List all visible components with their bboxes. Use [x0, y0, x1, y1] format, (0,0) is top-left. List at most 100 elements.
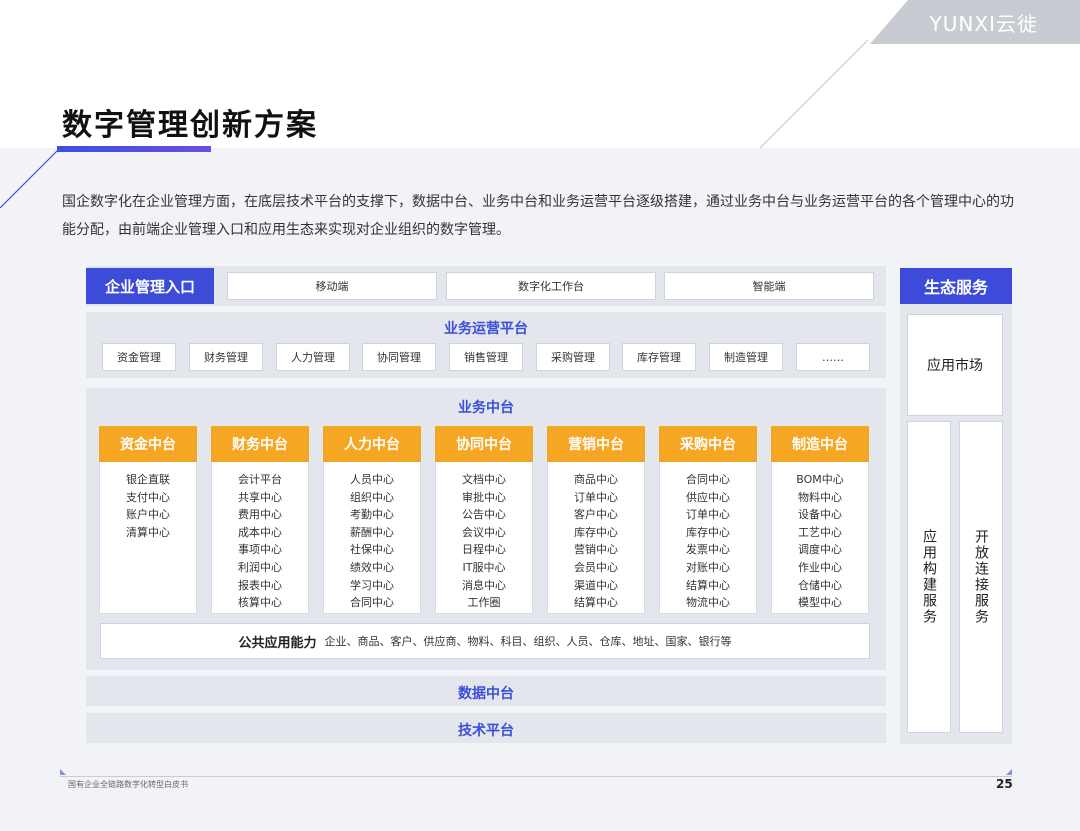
center-item: BOM中心 [796, 473, 844, 486]
center-item: 营销中心 [574, 543, 618, 557]
center-item: 客户中心 [574, 508, 618, 522]
center-item: 发票中心 [686, 543, 730, 557]
ops-item: 库存管理 [622, 343, 696, 371]
center-column: 制造中台 BOM中心 物料中心 设备中心 工艺中心 调度中心 作业中心 仓储中心… [771, 426, 869, 614]
entry-label: 企业管理入口 [86, 268, 214, 304]
center-item: 合同中心 [350, 596, 394, 610]
center-items: BOM中心 物料中心 设备中心 工艺中心 调度中心 作业中心 仓储中心 模型中心 [771, 462, 869, 614]
eco-app-build: 应用构建服务 [907, 421, 951, 733]
ops-item: 制造管理 [709, 343, 783, 371]
center-item: 工作圈 [467, 596, 501, 610]
center-item: 合同中心 [686, 473, 730, 486]
center-header: 制造中台 [771, 426, 869, 462]
center-item: 仓储中心 [798, 578, 842, 592]
eco-app-market: 应用市场 [907, 314, 1003, 416]
ops-item: 采购管理 [536, 343, 610, 371]
public-capability-title: 公共应用能力 [238, 635, 317, 651]
public-capability-row: 公共应用能力 企业、商品、客户、供应商、物料、科目、组织、人员、仓库、地址、国家… [100, 623, 870, 659]
center-item: 模型中心 [798, 596, 842, 610]
center-column: 资金中台 银企直联 支付中心 账户中心 清算中心 [99, 426, 197, 614]
eco-open-connect: 开放连接服务 [959, 421, 1003, 733]
center-item: 共享中心 [238, 490, 282, 504]
center-item: 结算中心 [686, 578, 730, 592]
center-item: 会员中心 [574, 560, 618, 574]
center-item: 清算中心 [126, 525, 170, 539]
center-item: 成本中心 [238, 525, 282, 539]
center-item: 调度中心 [798, 543, 842, 557]
center-item: 物料中心 [798, 490, 842, 504]
center-item: 库存中心 [574, 525, 618, 539]
center-item: 费用中心 [238, 508, 282, 522]
entry-item-smart: 智能端 [664, 272, 874, 300]
center-column: 财务中台 会计平台 共享中心 费用中心 成本中心 事项中心 利润中心 报表中心 … [211, 426, 309, 614]
center-items: 会计平台 共享中心 费用中心 成本中心 事项中心 利润中心 报表中心 核算中心 [211, 462, 309, 614]
center-item: 设备中心 [798, 508, 842, 522]
center-items: 合同中心 供应中心 订单中心 库存中心 发票中心 对账中心 结算中心 物流中心 [659, 462, 757, 614]
center-item: 文档中心 [462, 473, 506, 486]
center-items: 商品中心 订单中心 客户中心 库存中心 营销中心 会员中心 渠道中心 结算中心 [547, 462, 645, 614]
footer-divider [60, 776, 1012, 777]
center-header: 协同中台 [435, 426, 533, 462]
ops-item: 协同管理 [362, 343, 436, 371]
center-item: 组织中心 [350, 490, 394, 504]
center-header: 资金中台 [99, 426, 197, 462]
center-item: 人员中心 [350, 473, 394, 486]
center-item: IT服中心 [462, 560, 506, 574]
center-item: 银企直联 [126, 473, 170, 486]
center-item: 薪酬中心 [350, 525, 394, 539]
center-item: 支付中心 [126, 490, 170, 504]
center-items: 文档中心 审批中心 公告中心 会议中心 日程中心 IT服中心 消息中心 工作圈 [435, 462, 533, 614]
center-items: 银企直联 支付中心 账户中心 清算中心 [99, 462, 197, 614]
center-column: 营销中台 商品中心 订单中心 客户中心 库存中心 营销中心 会员中心 渠道中心 … [547, 426, 645, 614]
middle-title: 业务中台 [458, 400, 514, 416]
ops-title: 业务运营平台 [444, 321, 528, 337]
center-header: 财务中台 [211, 426, 309, 462]
page-number: 25 [996, 777, 1013, 791]
center-item: 核算中心 [238, 596, 282, 610]
center-item: 社保中心 [350, 543, 394, 557]
page-title: 数字管理创新方案 [62, 108, 318, 143]
center-item: 利润中心 [238, 560, 282, 574]
eco-open-connect-label: 开放连接服务 [973, 529, 989, 625]
center-item: 学习中心 [350, 578, 394, 592]
entry-item-workbench: 数字化工作台 [446, 272, 656, 300]
center-item: 消息中心 [462, 578, 506, 592]
data-platform-title: 数据中台 [458, 686, 514, 702]
center-items: 人员中心 组织中心 考勤中心 薪酬中心 社保中心 绩效中心 学习中心 合同中心 [323, 462, 421, 614]
center-item: 考勤中心 [350, 508, 394, 522]
center-item: 工艺中心 [798, 525, 842, 539]
center-item: 订单中心 [686, 508, 730, 522]
center-item: 库存中心 [686, 525, 730, 539]
ops-item: 人力管理 [276, 343, 350, 371]
center-item: 商品中心 [574, 473, 618, 486]
center-item: 会计平台 [238, 473, 282, 486]
center-column: 人力中台 人员中心 组织中心 考勤中心 薪酬中心 社保中心 绩效中心 学习中心 … [323, 426, 421, 614]
center-item: 对账中心 [686, 560, 730, 574]
center-header: 人力中台 [323, 426, 421, 462]
footer-title: 国有企业全链路数字化转型白皮书 [68, 780, 188, 789]
center-item: 审批中心 [462, 490, 506, 504]
intro-paragraph: 国企数字化在企业管理方面，在底层技术平台的支撑下，数据中台、业务中台和业务运营平… [62, 194, 1014, 238]
center-header: 营销中台 [547, 426, 645, 462]
eco-title: 生态服务 [900, 268, 1012, 304]
center-item: 供应中心 [686, 490, 730, 504]
center-item: 结算中心 [574, 596, 618, 610]
center-item: 账户中心 [126, 508, 170, 522]
title-underline [57, 146, 211, 152]
ops-item: 销售管理 [449, 343, 523, 371]
center-item: 报表中心 [238, 578, 282, 592]
ops-item: 资金管理 [102, 343, 176, 371]
center-item: 日程中心 [462, 543, 506, 557]
tech-platform-title: 技术平台 [458, 723, 514, 739]
ops-item: 财务管理 [189, 343, 263, 371]
center-item: 事项中心 [238, 543, 282, 557]
center-item: 物流中心 [686, 596, 730, 610]
center-column: 采购中台 合同中心 供应中心 订单中心 库存中心 发票中心 对账中心 结算中心 … [659, 426, 757, 614]
center-item: 订单中心 [574, 490, 618, 504]
center-column: 协同中台 文档中心 审批中心 公告中心 会议中心 日程中心 IT服中心 消息中心… [435, 426, 533, 614]
public-capability-text: 企业、商品、客户、供应商、物料、科目、组织、人员、仓库、地址、国家、银行等 [324, 635, 732, 648]
entry-item-mobile: 移动端 [227, 272, 437, 300]
center-header: 采购中台 [659, 426, 757, 462]
center-item: 绩效中心 [350, 560, 394, 574]
ops-item-more: …… [796, 343, 870, 371]
